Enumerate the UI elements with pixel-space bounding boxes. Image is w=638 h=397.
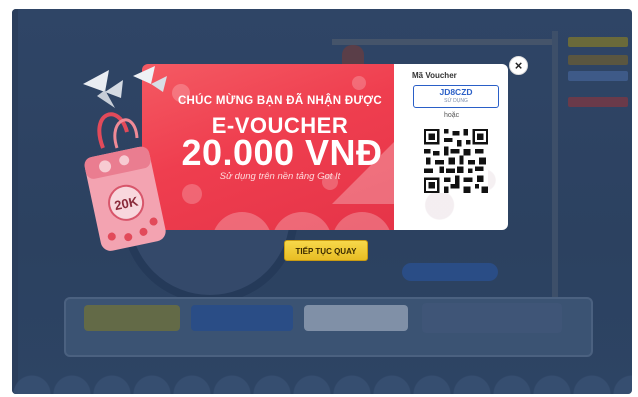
background-button-b [191, 305, 293, 331]
background-prize-area [422, 303, 562, 333]
fan-decoration [332, 212, 392, 230]
background-beam [332, 39, 556, 45]
flower-decoration [182, 184, 202, 204]
voucher-code-value[interactable]: JD8CZD [413, 87, 499, 97]
background-select [304, 305, 408, 331]
voucher-amount: 20.000 VNĐ [181, 132, 383, 173]
background-pill-button [402, 263, 498, 281]
use-voucher-link[interactable]: SỬ DỤNG [413, 98, 499, 104]
background-flag [568, 97, 628, 107]
close-icon[interactable]: × [509, 56, 528, 75]
background-left-frame [12, 9, 18, 394]
congrats-heading: CHÚC MỪNG BẠN ĐÃ NHẬN ĐƯỢC [177, 95, 383, 107]
background-pole [552, 31, 558, 301]
background-waves [12, 354, 632, 394]
fan-decoration [272, 212, 332, 230]
paper-crane-icon [83, 70, 123, 108]
continue-spin-button[interactable]: TIẾP TỤC QUAY [284, 240, 368, 261]
omamori-charm-icon: 20K [83, 66, 167, 251]
background-flag [568, 71, 628, 81]
voucher-code-label: Mã Voucher [412, 71, 457, 80]
flower-decoration [352, 76, 366, 90]
qr-code-icon [424, 129, 488, 193]
background-flag [568, 55, 628, 65]
paper-crane-icon [133, 66, 167, 92]
fan-decoration [212, 212, 272, 230]
voucher-subtitle: Sử dụng trên nền tảng Got It [219, 171, 341, 182]
or-text: hoặc [444, 112, 460, 119]
background-flag [568, 37, 628, 47]
background-button-a [84, 305, 180, 331]
